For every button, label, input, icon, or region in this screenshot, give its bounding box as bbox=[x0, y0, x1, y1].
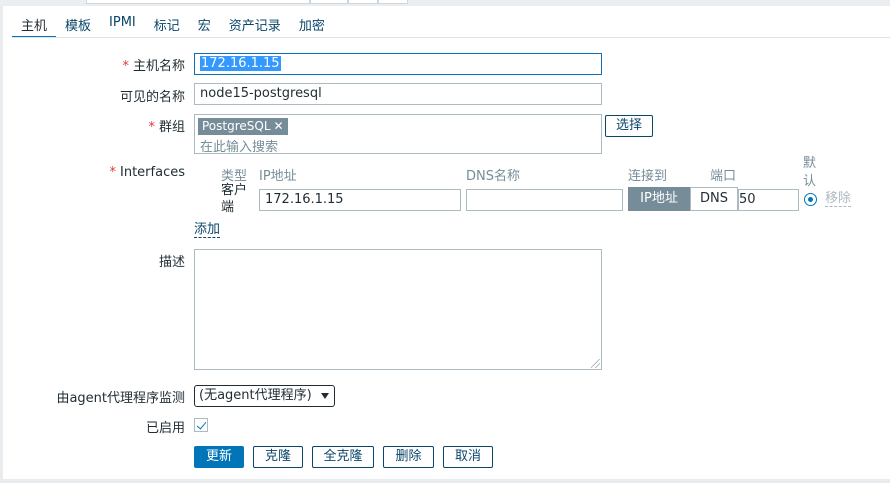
left-panel-edge bbox=[0, 6, 3, 483]
visible-name-input[interactable]: node15-postgresql bbox=[194, 83, 602, 105]
description-label: 描述 bbox=[158, 255, 185, 270]
host-name-label-text: 主机名称 bbox=[132, 59, 185, 74]
tab-ipmi[interactable]: IPMI bbox=[100, 12, 145, 38]
enabled-label: 已启用 bbox=[145, 421, 185, 436]
tab-inventory[interactable]: 资产记录 bbox=[220, 12, 290, 38]
connect-dns-button[interactable]: DNS bbox=[690, 187, 738, 211]
tab-templates[interactable]: 模板 bbox=[56, 12, 100, 38]
toolbar-segment bbox=[86, 0, 310, 4]
toolbar-segment bbox=[348, 0, 378, 4]
cancel-button[interactable]: 取消 bbox=[443, 446, 493, 468]
col-ip: IP地址 bbox=[259, 169, 297, 184]
default-interface-radio[interactable] bbox=[804, 193, 817, 206]
select-group-button[interactable]: 选择 bbox=[605, 115, 653, 137]
required-marker: * bbox=[148, 120, 155, 135]
description-textarea[interactable] bbox=[194, 249, 602, 370]
clone-button[interactable]: 克隆 bbox=[253, 446, 303, 468]
interface-port-input[interactable]: 50 bbox=[738, 189, 799, 211]
group-search-placeholder[interactable]: 在此输入搜索 bbox=[200, 136, 278, 155]
group-tag: PostgreSQL ✕ bbox=[198, 118, 288, 135]
col-port: 端口 bbox=[710, 169, 737, 184]
interfaces-label: * Interfaces bbox=[110, 165, 185, 180]
interface-dns-input[interactable] bbox=[466, 189, 623, 211]
add-interface-link[interactable]: 添加 bbox=[194, 223, 221, 238]
top-toolbar-strip bbox=[0, 0, 890, 6]
interface-ip-input[interactable]: 172.16.1.15 bbox=[259, 189, 461, 211]
col-dns: DNS名称 bbox=[466, 169, 520, 184]
host-name-input[interactable]: 172.16.1.15 bbox=[194, 53, 602, 75]
interfaces-label-text: Interfaces bbox=[120, 165, 185, 180]
visible-name-label: 可见的名称 bbox=[119, 90, 185, 105]
resize-grip-icon[interactable] bbox=[591, 359, 600, 368]
delete-button[interactable]: 删除 bbox=[383, 446, 434, 468]
tab-divider bbox=[12, 37, 890, 38]
enabled-checkbox[interactable] bbox=[194, 418, 208, 432]
proxy-label: 由agent代理程序监测 bbox=[56, 391, 185, 406]
groups-label-text: 群组 bbox=[158, 120, 185, 135]
groups-label: * 群组 bbox=[148, 116, 185, 135]
proxy-select[interactable]: (无agent代理程序) bbox=[194, 385, 335, 407]
connect-ip-button[interactable]: IP地址 bbox=[628, 187, 690, 211]
col-default: 默认 bbox=[803, 156, 817, 189]
remove-tag-icon[interactable]: ✕ bbox=[274, 119, 284, 133]
col-connect-to: 连接到 bbox=[628, 169, 668, 184]
tab-tags[interactable]: 标记 bbox=[145, 12, 189, 38]
host-name-value: 172.16.1.15 bbox=[200, 56, 281, 71]
tab-macros[interactable]: 宏 bbox=[189, 12, 220, 38]
group-tag-label: PostgreSQL bbox=[202, 119, 271, 133]
toolbar-segment bbox=[378, 0, 408, 4]
required-marker: * bbox=[122, 59, 129, 74]
full-clone-button[interactable]: 全克隆 bbox=[312, 446, 374, 468]
required-marker: * bbox=[109, 165, 117, 180]
tab-encryption[interactable]: 加密 bbox=[290, 12, 334, 38]
interface-type: 客户端 bbox=[221, 183, 248, 215]
host-name-label: * 主机名称 bbox=[122, 55, 185, 74]
tab-host[interactable]: 主机 bbox=[12, 12, 57, 38]
toolbar-segment bbox=[310, 0, 348, 4]
bottom-edge bbox=[0, 479, 890, 483]
proxy-select-value: (无agent代理程序) bbox=[199, 388, 312, 403]
tab-bar: 主机 模板 IPMI 标记 宏 资产记录 加密 bbox=[12, 12, 334, 38]
remove-interface-link: 移除 bbox=[825, 191, 852, 207]
groups-multiselect[interactable]: PostgreSQL ✕ 在此输入搜索 bbox=[194, 114, 602, 155]
update-button[interactable]: 更新 bbox=[194, 446, 244, 468]
chevron-down-icon bbox=[321, 393, 329, 399]
